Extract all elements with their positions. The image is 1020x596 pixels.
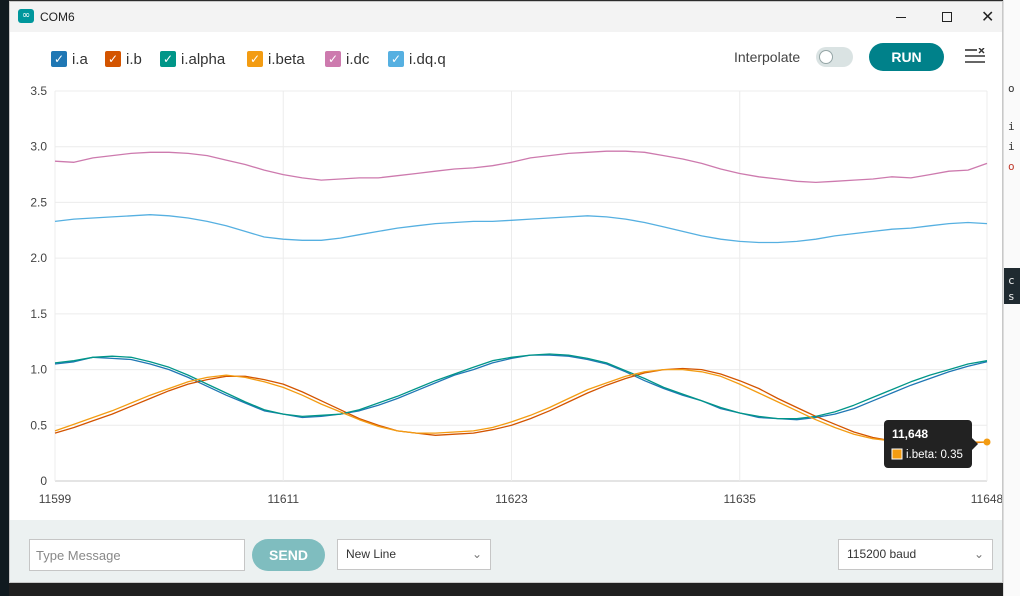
series-line-i-dc <box>54 150 988 184</box>
interpolate-toggle[interactable] <box>816 47 853 67</box>
chart-tooltip: 11,648 i.beta: 0.35 <box>884 420 978 468</box>
checkbox-checked-icon[interactable]: ✓ <box>160 51 176 67</box>
close-icon: ✕ <box>981 7 995 26</box>
legend-item-i-alpha[interactable]: ✓ i.alpha <box>160 49 225 69</box>
toggle-knob <box>819 50 833 64</box>
background-taskbar-strip <box>9 583 1003 596</box>
minimize-button[interactable] <box>878 2 924 32</box>
x-tick-label: 11599 <box>39 492 72 506</box>
tooltip-title: 11,648 <box>892 427 928 441</box>
interpolate-label: Interpolate <box>734 49 801 65</box>
clear-list-menu-icon[interactable] <box>965 47 987 64</box>
background-text: o <box>1008 82 1015 95</box>
legend-item-i-dc[interactable]: ✓ i.dc <box>325 49 369 69</box>
checkbox-checked-icon[interactable]: ✓ <box>105 51 121 67</box>
legend-label: i.dq.q <box>409 50 446 68</box>
tooltip-swatch <box>891 448 903 460</box>
arduino-infinity-icon: ∞ <box>18 9 34 23</box>
maximize-icon <box>942 12 952 22</box>
y-tick-label: 2.5 <box>30 195 47 209</box>
y-tick-label: 1.0 <box>30 363 47 377</box>
line-chart[interactable]: 0 0.5 1.0 1.5 2.0 2.5 3.0 3.5 11599 11611 11623 116… <box>10 84 1002 519</box>
chevron-down-icon: ⌄ <box>973 547 984 561</box>
series-line-i-a <box>54 354 988 421</box>
series-line-i-dq-q <box>54 214 988 244</box>
legend-label: i.a <box>72 50 88 68</box>
minimize-icon <box>896 17 906 18</box>
y-tick-label: 1.5 <box>30 307 47 321</box>
message-bar: SEND New Line ⌄ 115200 baud ⌄ <box>10 520 1002 582</box>
background-text: i <box>1008 140 1015 153</box>
legend-label: i.beta <box>268 50 305 68</box>
x-tick-label: 11623 <box>495 492 528 506</box>
background-ide-panel: o i i o c s <box>1003 0 1020 596</box>
legend-label: i.alpha <box>181 50 226 68</box>
desktop: o i i o c s ∞ COM6 ✕ ✓ i.a ✓ i.b ✓ i.alp… <box>0 0 1020 596</box>
run-button[interactable]: RUN <box>869 43 944 71</box>
line-ending-value: New Line <box>346 547 397 561</box>
y-tick-label: 3.0 <box>30 140 47 154</box>
maximize-button[interactable] <box>924 2 970 32</box>
y-tick-label: 0.5 <box>30 418 47 432</box>
legend-item-i-beta[interactable]: ✓ i.beta <box>247 49 305 69</box>
baud-rate-value: 115200 baud <box>847 547 917 561</box>
plot-area[interactable]: 0 0.5 1.0 1.5 2.0 2.5 3.0 3.5 11599 11611 11623 116… <box>10 84 1002 519</box>
x-tick-label: 11611 <box>267 492 299 506</box>
send-button[interactable]: SEND <box>252 539 325 571</box>
legend-label: i.b <box>126 50 142 68</box>
baud-rate-select[interactable]: 115200 baud ⌄ <box>838 539 993 570</box>
legend-item-i-a[interactable]: ✓ i.a <box>51 49 88 69</box>
tooltip-value: i.beta: 0.35 <box>906 449 963 461</box>
checkbox-checked-icon[interactable]: ✓ <box>247 51 263 67</box>
y-tick-label: 2.0 <box>30 251 47 265</box>
background-text: s <box>1008 290 1015 303</box>
legend-item-i-b[interactable]: ✓ i.b <box>105 49 142 69</box>
checkbox-checked-icon[interactable]: ✓ <box>325 51 341 67</box>
x-tick-label: 11648 <box>971 492 1002 506</box>
background-text: i <box>1008 120 1015 133</box>
hover-point <box>983 438 991 446</box>
message-input[interactable] <box>29 539 245 571</box>
y-tick-label: 0 <box>40 474 47 488</box>
legend-label: i.dc <box>346 50 370 68</box>
serial-plotter-window: ∞ COM6 ✕ ✓ i.a ✓ i.b ✓ i.alpha ✓ i.beta <box>9 1 1003 583</box>
background-code-editor <box>0 0 9 596</box>
background-text: o <box>1008 160 1015 173</box>
chevron-down-icon: ⌄ <box>471 547 482 561</box>
window-title: COM6 <box>40 10 75 24</box>
x-tick-label: 11635 <box>723 492 756 506</box>
series-line-i-alpha <box>54 353 988 420</box>
title-bar[interactable]: ∞ COM6 ✕ <box>10 2 1002 32</box>
checkbox-checked-icon[interactable]: ✓ <box>388 51 404 67</box>
legend-item-i-dq-q[interactable]: ✓ i.dq.q <box>388 49 446 69</box>
checkbox-checked-icon[interactable]: ✓ <box>51 51 67 67</box>
line-ending-select[interactable]: New Line ⌄ <box>337 539 491 570</box>
background-text: c <box>1008 274 1015 287</box>
close-button[interactable]: ✕ <box>965 2 1002 32</box>
plotter-toolbar: ✓ i.a ✓ i.b ✓ i.alpha ✓ i.beta ✓ i.dc ✓ … <box>10 32 1002 84</box>
tooltip-pointer <box>972 438 978 450</box>
series-line-i-beta <box>54 368 987 444</box>
y-tick-label: 3.5 <box>30 84 47 98</box>
